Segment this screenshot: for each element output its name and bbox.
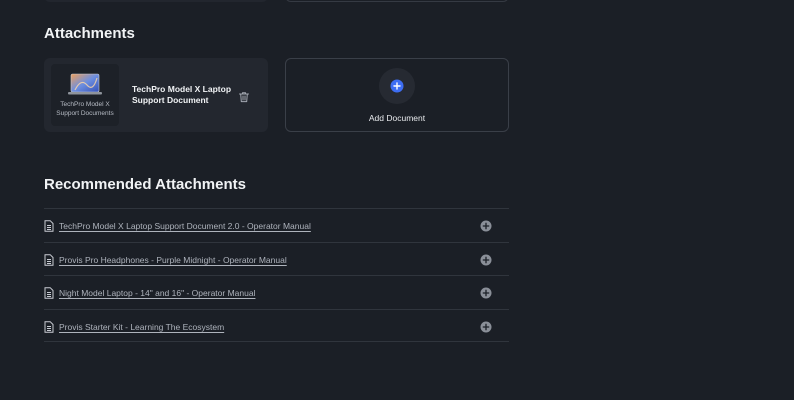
previous-section-card-right	[285, 0, 509, 2]
thumbnail-caption: TechPro Model X Support Documents	[56, 101, 114, 117]
list-item: Provis Pro Headphones - Purple Midnight …	[44, 241, 509, 276]
plus-circle-icon[interactable]	[480, 254, 492, 266]
attachment-card[interactable]: TechPro Model X Support Documents TechPr…	[44, 58, 268, 132]
add-document-button[interactable]: Add Document	[285, 58, 509, 132]
list-item: TechPro Model X Laptop Support Document …	[44, 208, 509, 242]
previous-section-card-left	[44, 0, 268, 2]
add-document-label: Add Document	[368, 113, 426, 123]
list-item: Night Model Laptop - 14" and 16" - Opera…	[44, 275, 509, 309]
plus-circle-icon[interactable]	[480, 220, 492, 232]
recommended-attachment-link[interactable]: Provis Starter Kit - Learning The Ecosys…	[59, 322, 224, 332]
recommended-attachment-link[interactable]: Provis Pro Headphones - Purple Midnight …	[59, 255, 287, 265]
document-icon	[44, 220, 54, 232]
attachment-thumbnail: TechPro Model X Support Documents	[51, 64, 119, 126]
trash-icon[interactable]	[238, 91, 250, 103]
list-item: Provis Starter Kit - Learning The Ecosys…	[44, 308, 509, 342]
recommended-attachments-list: TechPro Model X Laptop Support Document …	[44, 208, 509, 342]
document-icon	[44, 287, 54, 299]
document-icon	[44, 320, 54, 333]
attachment-title: TechPro Model X Laptop Support Document	[132, 84, 232, 105]
plus-circle-icon	[390, 79, 404, 93]
attachments-heading: Attachments	[44, 25, 135, 42]
recommended-attachments-heading: Recommended Attachments	[44, 176, 246, 193]
laptop-image-icon	[68, 73, 102, 95]
document-icon	[44, 253, 54, 266]
plus-circle-icon[interactable]	[480, 321, 492, 333]
recommended-attachment-link[interactable]: TechPro Model X Laptop Support Document …	[59, 221, 311, 231]
plus-circle-icon[interactable]	[480, 287, 492, 299]
add-document-circle	[379, 68, 415, 104]
recommended-attachment-link[interactable]: Night Model Laptop - 14" and 16" - Opera…	[59, 288, 255, 298]
